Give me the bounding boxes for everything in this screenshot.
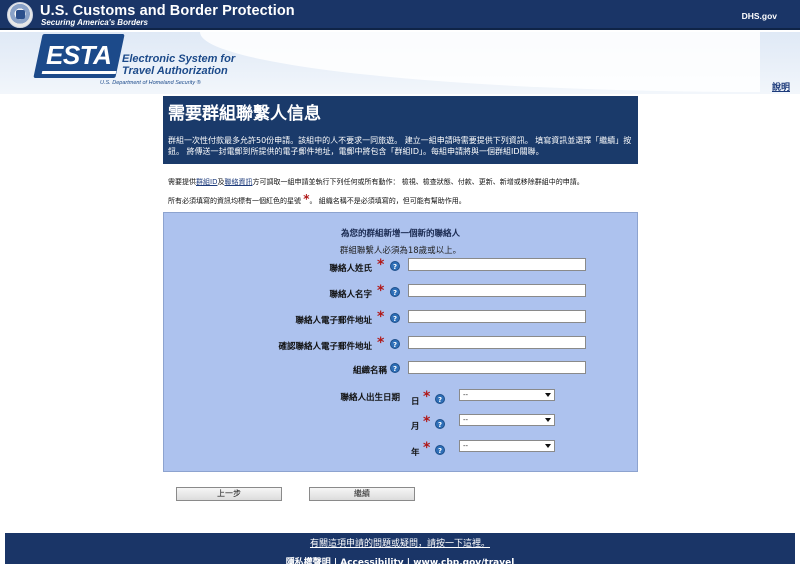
page-title-block: 需要群組聯繫人信息 群組一次性付款最多允許50份申請。該組中的人不要求一同旅遊。…: [163, 96, 638, 164]
organization-help-icon[interactable]: ?: [390, 363, 400, 373]
dob-year-label: 年: [411, 448, 420, 458]
info-line-1: 需要提供群組ID及聯絡資訊方可調取一組申請並執行下列任何或所有動作： 檢視、檢查…: [168, 177, 584, 187]
email-required-icon: *: [377, 309, 385, 325]
form-title: 為您的群組新增一個新的聯絡人: [340, 229, 460, 239]
dhs-seal-icon: [7, 2, 33, 28]
dob-day-required-icon: *: [423, 389, 431, 405]
dob-label: 聯絡人出生日期: [340, 393, 400, 403]
surname-required-icon: *: [377, 257, 385, 273]
dob-month-value: --: [463, 416, 469, 424]
dob-month-select[interactable]: --: [459, 414, 555, 426]
form-subtitle: 群組聯繫人必須為18歲或以上。: [339, 246, 462, 256]
dob-day-value: --: [463, 391, 469, 399]
dob-year-dropdown-icon: [545, 444, 551, 448]
surname-input[interactable]: [408, 258, 586, 271]
esta-logo-stripe: [41, 71, 117, 74]
esta-name-line1: Electronic System for: [122, 53, 236, 65]
agency-name: U.S. Customs and Border Protection: [40, 3, 295, 19]
continue-button[interactable]: 繼續: [309, 487, 415, 501]
question-link[interactable]: 有關這項申請的問題或疑問，請按一下這裡。: [5, 536, 795, 549]
email-label: 聯絡人電子郵件地址: [295, 316, 372, 326]
esta-department: U.S. Department of Homeland Security ®: [100, 80, 201, 86]
info-suffix: 方可調取一組申請並執行下列任何或所有動作： 檢視、檢查狀態、付款、更新、新增或移…: [252, 178, 584, 186]
organization-input[interactable]: [408, 361, 586, 374]
esta-name-line2: Travel Authorization: [122, 65, 228, 77]
page-intro: 群組一次性付款最多允許50份申請。該組中的人不要求一同旅遊。 建立一組申請時需要…: [168, 136, 632, 156]
group-contact-form: 為您的群組新增一個新的聯絡人 群組聯繫人必須為18歲或以上。 聯絡人姓氏 * ?…: [163, 212, 638, 472]
dob-day-help-icon[interactable]: ?: [435, 394, 445, 404]
contact-info-link[interactable]: 聯絡資訊: [224, 178, 252, 186]
back-button[interactable]: 上一步: [176, 487, 282, 501]
agency-tagline: Securing America's Borders: [41, 18, 148, 27]
email-confirm-input[interactable]: [408, 336, 586, 349]
email-confirm-label: 確認聯絡人電子郵件地址: [278, 342, 372, 352]
dob-month-required-icon: *: [423, 414, 431, 430]
esta-logo: ESTA: [46, 40, 112, 70]
page-title: 需要群組聯繫人信息: [168, 104, 321, 124]
dob-month-help-icon[interactable]: ?: [435, 419, 445, 429]
cbp-banner: U.S. Customs and Border Protection Secur…: [0, 0, 800, 30]
required-note: 所有必須填寫的資訊均標有一個紅色的星號: [168, 197, 301, 205]
surname-help-icon[interactable]: ?: [390, 261, 400, 271]
dob-year-required-icon: *: [423, 440, 431, 456]
group-id-link[interactable]: 群組ID: [196, 178, 217, 186]
footer: 有關這項申請的問題或疑問，請按一下這裡。 隱私權聲明 | Accessibili…: [5, 533, 795, 564]
dob-month-label: 月: [411, 422, 420, 432]
given-name-required-icon: *: [377, 283, 385, 299]
help-link[interactable]: 說明: [772, 80, 790, 93]
dob-year-value: --: [463, 442, 469, 450]
dob-year-help-icon[interactable]: ?: [435, 445, 445, 455]
dob-month-dropdown-icon: [545, 418, 551, 422]
esta-page: U.S. Customs and Border Protection Secur…: [0, 0, 800, 564]
dob-year-select[interactable]: --: [459, 440, 555, 452]
footer-links[interactable]: 隱私權聲明 | Accessibility | www.cbp.gov/trav…: [5, 555, 795, 564]
required-note-suffix: 。 組織名稱不是必須填寫的，但可能有幫助作用。: [309, 197, 466, 205]
dob-day-label: 日: [411, 397, 420, 407]
info-line-2: 所有必須填寫的資訊均標有一個紅色的星號 *。 組織名稱不是必須填寫的，但可能有幫…: [168, 192, 466, 206]
email-help-icon[interactable]: ?: [390, 313, 400, 323]
given-name-help-icon[interactable]: ?: [390, 287, 400, 297]
email-confirm-required-icon: *: [377, 335, 385, 351]
given-name-label: 聯絡人名字: [329, 290, 372, 300]
organization-label: 組織名稱: [352, 366, 387, 376]
surname-label: 聯絡人姓氏: [329, 264, 372, 274]
dob-day-select[interactable]: --: [459, 389, 555, 401]
dhs-link[interactable]: DHS.gov: [742, 11, 777, 21]
dob-day-dropdown-icon: [545, 393, 551, 397]
email-confirm-help-icon[interactable]: ?: [390, 339, 400, 349]
email-input[interactable]: [408, 310, 586, 323]
given-name-input[interactable]: [408, 284, 586, 297]
info-prefix: 需要提供: [168, 178, 196, 186]
